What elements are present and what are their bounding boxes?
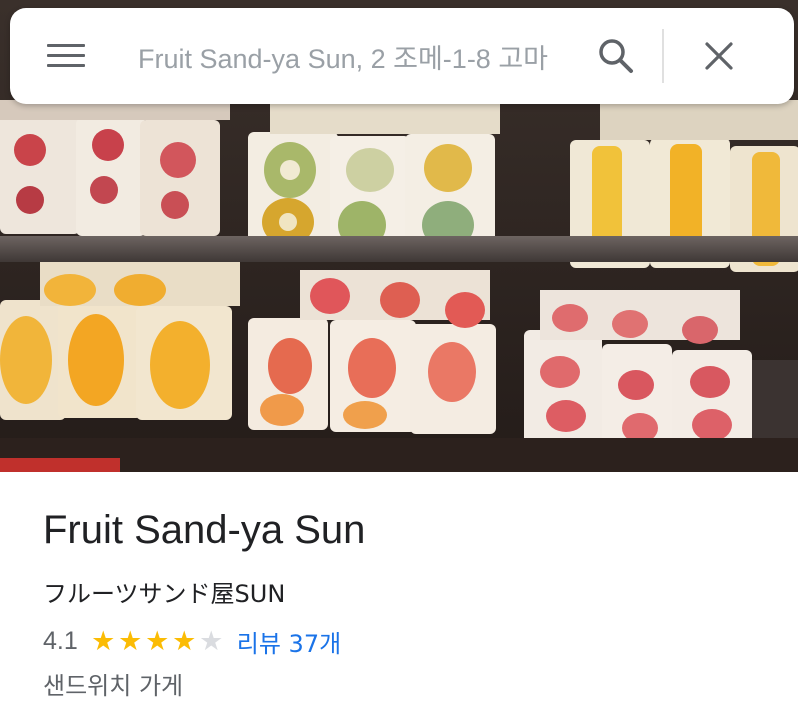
star-empty-icon: ★: [199, 626, 224, 656]
close-icon: [705, 42, 733, 70]
menu-button[interactable]: [10, 8, 122, 104]
search-bar: [10, 8, 794, 104]
star-filled-icon: ★: [172, 626, 197, 656]
search-icon: [599, 39, 633, 73]
star-filled-icon: ★: [145, 626, 170, 656]
star-filled-icon: ★: [118, 626, 143, 656]
rating-value: 4.1: [43, 627, 78, 655]
rating-row: 4.1 ★ ★ ★ ★ ★ 리뷰 37개: [43, 624, 341, 659]
place-category: 샌드위치 가게: [43, 672, 184, 700]
hamburger-menu-icon: [47, 44, 85, 68]
search-input[interactable]: [138, 26, 570, 86]
search-button[interactable]: [570, 8, 662, 104]
place-native-name: フルーツサンド屋SUN: [43, 580, 286, 608]
star-filled-icon: ★: [91, 626, 116, 656]
place-title: Fruit Sand-ya Sun: [43, 508, 366, 552]
reviews-link[interactable]: 리뷰 37개: [237, 624, 341, 659]
close-button[interactable]: [664, 8, 774, 104]
place-info-panel: Fruit Sand-ya Sun フルーツサンド屋SUN 4.1 ★ ★ ★ …: [0, 472, 798, 716]
star-rating: ★ ★ ★ ★ ★: [90, 628, 225, 655]
